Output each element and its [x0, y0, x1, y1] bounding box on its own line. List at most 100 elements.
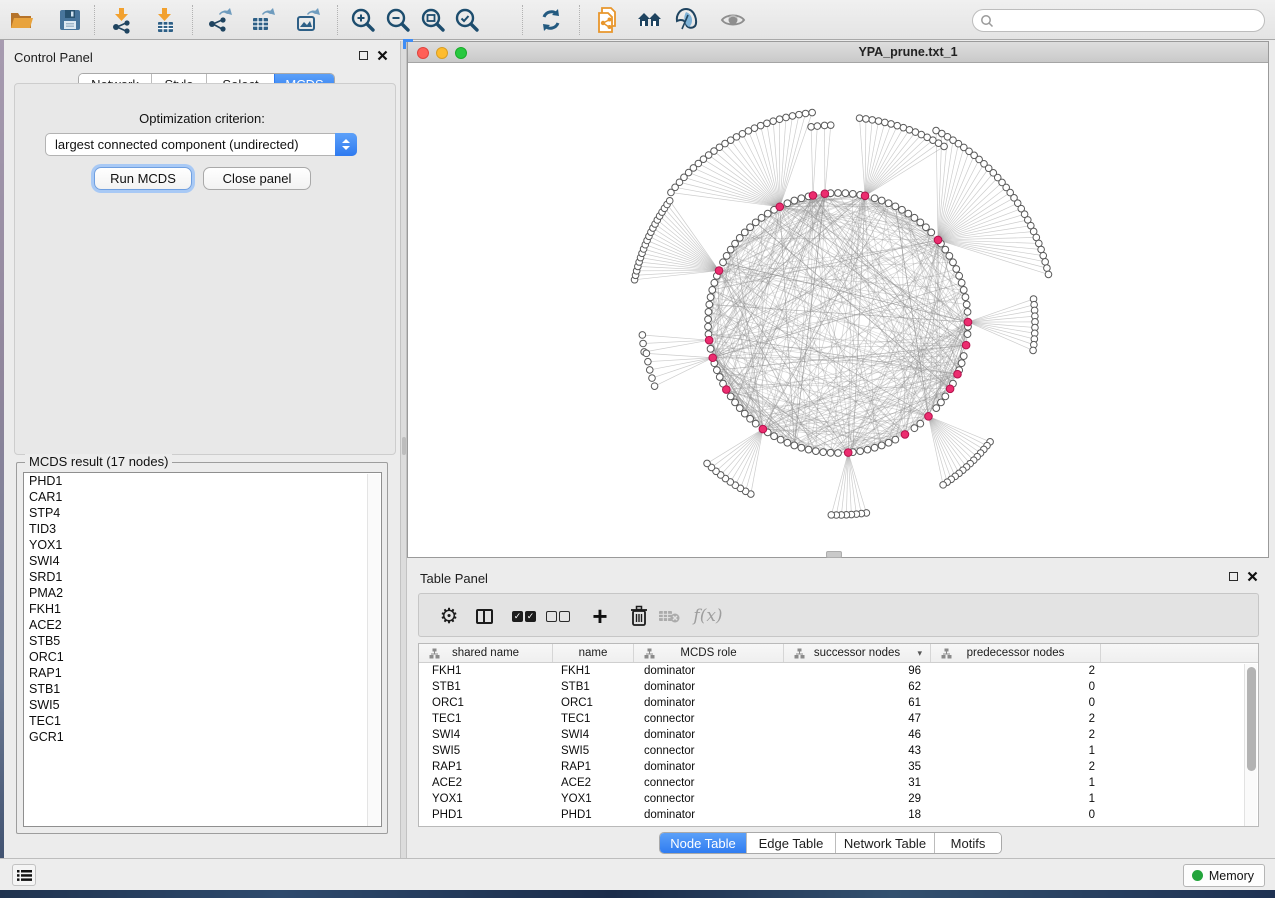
apply-style-icon[interactable] — [670, 4, 702, 36]
export-image-icon[interactable] — [292, 4, 324, 36]
divider-grip-icon[interactable] — [402, 437, 406, 455]
optimization-criterion-dropdown[interactable]: largest connected component (undirected) — [45, 133, 357, 156]
active-view-corner-marker — [403, 39, 413, 49]
column-header-predecessor-nodes[interactable]: predecessor nodes — [931, 644, 1101, 662]
mcds-result-item[interactable]: SRD1 — [24, 569, 381, 585]
export-network-icon[interactable] — [204, 4, 236, 36]
mcds-result-item[interactable]: GCR1 — [24, 729, 381, 745]
open-file-icon[interactable] — [6, 4, 38, 36]
float-table-panel-icon[interactable] — [1229, 572, 1238, 581]
table-row[interactable]: RAP1RAP1dominator352 — [419, 759, 1245, 775]
panel-divider[interactable] — [400, 41, 407, 858]
mcds-result-item[interactable]: STB1 — [24, 681, 381, 697]
toggle-panel-split-icon[interactable] — [467, 594, 501, 638]
table-row[interactable]: ACE2ACE2connector311 — [419, 775, 1245, 791]
select-all-icon[interactable]: ✓✓ — [507, 594, 541, 638]
mcds-result-item[interactable]: ORC1 — [24, 649, 381, 665]
column-header-shared-name[interactable]: shared name — [419, 644, 553, 662]
network-canvas[interactable] — [408, 63, 1268, 557]
table-scrollbar-thumb[interactable] — [1247, 667, 1256, 771]
table-row[interactable]: FKH1FKH1dominator962 — [419, 663, 1245, 679]
network-window-titlebar[interactable]: YPA_prune.txt_1 — [408, 42, 1268, 63]
table-cell: dominator — [634, 695, 784, 711]
tab-node-table[interactable]: Node Table — [660, 833, 746, 853]
import-network-icon[interactable] — [106, 4, 138, 36]
window-maximize-icon[interactable] — [455, 47, 467, 59]
window-close-icon[interactable] — [417, 47, 429, 59]
show-log-list-icon[interactable] — [12, 864, 36, 886]
table-cell: 96 — [784, 663, 931, 679]
mcds-result-item[interactable]: ACE2 — [24, 617, 381, 633]
mcds-result-item[interactable]: SWI4 — [24, 553, 381, 569]
table-cell: RAP1 — [553, 759, 634, 775]
table-cell: 1 — [931, 743, 1101, 759]
mcds-result-item[interactable]: YOX1 — [24, 537, 381, 553]
zoom-in-icon[interactable] — [347, 4, 379, 36]
table-scrollbar-track[interactable] — [1244, 664, 1257, 826]
mcds-result-item[interactable]: TID3 — [24, 521, 381, 537]
import-table-icon[interactable] — [149, 4, 181, 36]
search-field[interactable] — [972, 9, 1265, 32]
column-header-mcds-role[interactable]: MCDS role — [634, 644, 784, 662]
mcds-result-item[interactable]: PMA2 — [24, 585, 381, 601]
show-all-home-icon[interactable] — [634, 4, 666, 36]
table-cell: 29 — [784, 791, 931, 807]
memory-button[interactable]: Memory — [1183, 864, 1265, 887]
table-row[interactable]: STB1STB1dominator620 — [419, 679, 1245, 695]
run-mcds-button[interactable]: Run MCDS — [94, 167, 192, 190]
table-cell: 46 — [784, 727, 931, 743]
table-cell: YOX1 — [553, 791, 634, 807]
table-row[interactable]: ORC1ORC1dominator610 — [419, 695, 1245, 711]
tab-edge-table[interactable]: Edge Table — [746, 833, 835, 853]
optimization-criterion-label: Optimization criterion: — [4, 111, 400, 126]
tab-network-table[interactable]: Network Table — [835, 833, 934, 853]
refresh-layout-icon[interactable] — [535, 4, 567, 36]
deselect-all-icon[interactable] — [541, 594, 575, 638]
table-row[interactable]: SWI4SWI4dominator462 — [419, 727, 1245, 743]
table-row[interactable]: PHD1PHD1dominator180 — [419, 807, 1245, 823]
table-row[interactable]: SWI5SWI5connector431 — [419, 743, 1245, 759]
close-panel-icon[interactable] — [377, 50, 388, 61]
table-cell: 0 — [931, 807, 1101, 823]
new-network-from-selection-icon[interactable] — [592, 4, 624, 36]
window-minimize-icon[interactable] — [436, 47, 448, 59]
export-table-icon[interactable] — [247, 4, 279, 36]
zoom-selected-icon[interactable] — [451, 4, 483, 36]
mcds-result-item[interactable]: STP4 — [24, 505, 381, 521]
settings-gear-icon[interactable]: ⚙ — [432, 594, 466, 638]
mcds-result-scrollbar[interactable] — [367, 474, 380, 827]
mcds-result-item[interactable]: RAP1 — [24, 665, 381, 681]
table-cell: 0 — [931, 679, 1101, 695]
mcds-result-item[interactable]: TEC1 — [24, 713, 381, 729]
table-cell: dominator — [634, 727, 784, 743]
table-cell: SWI4 — [419, 727, 553, 743]
mcds-result-item[interactable]: STB5 — [24, 633, 381, 649]
show-hide-details-eye-icon[interactable] — [717, 4, 749, 36]
toolbar-separator — [192, 5, 193, 35]
close-panel-button[interactable]: Close panel — [203, 167, 311, 190]
column-header-name[interactable]: name — [553, 644, 634, 662]
mcds-result-group: MCDS result (17 nodes) PHD1CAR1STP4TID3Y… — [16, 462, 388, 834]
table-row[interactable]: YOX1YOX1connector291 — [419, 791, 1245, 807]
toolbar-separator — [94, 5, 95, 35]
close-table-panel-icon[interactable] — [1247, 571, 1258, 582]
save-session-icon[interactable] — [54, 4, 86, 36]
mcds-result-item[interactable]: SWI5 — [24, 697, 381, 713]
zoom-fit-icon[interactable] — [417, 4, 449, 36]
zoom-out-icon[interactable] — [382, 4, 414, 36]
mcds-result-item[interactable]: PHD1 — [24, 473, 381, 489]
column-header-filler — [1101, 644, 1258, 662]
table-panel-tabs: Node Table Edge Table Network Table Moti… — [659, 832, 1002, 854]
delete-column-trash-icon[interactable] — [622, 594, 656, 638]
tab-motifs[interactable]: Motifs — [934, 833, 1001, 853]
horizontal-split-grip[interactable] — [826, 551, 842, 558]
mcds-result-item[interactable]: FKH1 — [24, 601, 381, 617]
table-cell: FKH1 — [419, 663, 553, 679]
table-row[interactable]: TEC1TEC1connector472 — [419, 711, 1245, 727]
add-column-icon[interactable]: + — [583, 594, 617, 638]
float-panel-icon[interactable] — [359, 51, 368, 60]
mcds-result-item[interactable]: CAR1 — [24, 489, 381, 505]
search-input[interactable] — [999, 14, 1249, 28]
mcds-result-list: PHD1CAR1STP4TID3YOX1SWI4SRD1PMA2FKH1ACE2… — [23, 472, 382, 827]
column-header-successor-nodes[interactable]: successor nodes ▾ — [784, 644, 931, 662]
